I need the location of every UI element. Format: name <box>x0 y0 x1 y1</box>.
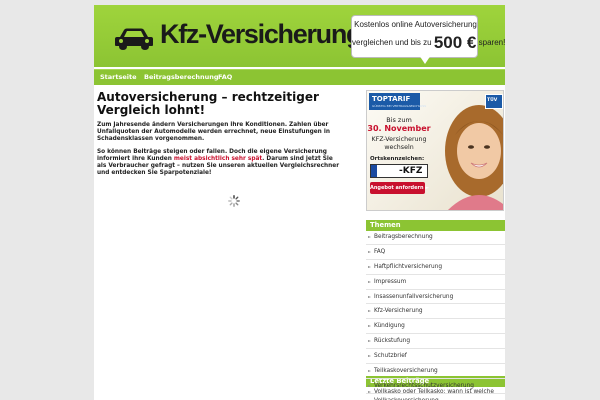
site-header: Kfz-Versicherung Kostenlos online Autove… <box>94 5 505 67</box>
ad-deadline-date: 30. November <box>367 124 431 133</box>
car-icon <box>115 28 153 50</box>
promo-bubble[interactable]: Kostenlos online Autoversicherung vergle… <box>351 15 505 58</box>
license-plate-text: -KFZ <box>399 166 423 176</box>
promo-line2: vergleichen und bis zu 500 € sparen! <box>352 33 505 53</box>
themen-item-label: Haftpflichtversicherung <box>374 263 443 270</box>
themen-item[interactable]: ► Impressum <box>366 275 505 290</box>
themen-item-label: Insassenunfallversicherung <box>374 293 454 300</box>
themen-item-label: Impressum <box>374 278 407 285</box>
toptarif-brand: TOPTARIF <box>372 95 411 103</box>
promo-amount: 500 € <box>433 33 477 52</box>
themen-item[interactable]: ► Kündigung <box>366 319 505 335</box>
promo-line1: Kostenlos online Autoversicherung <box>354 20 477 29</box>
themen-item-label: FAQ <box>374 248 386 255</box>
arrow-right-icon: ► <box>368 323 372 329</box>
themen-item-label: Teilkaskoversicherung <box>374 368 438 375</box>
license-plate-input[interactable]: -KFZ <box>370 164 428 178</box>
toptarif-ad-banner[interactable]: TOPTARIF GÜNSTIG BEI VERTRAGSABSCHLUSS T… <box>366 90 504 211</box>
article-paragraph-2: So können Beiträge steigen oder fallen. … <box>97 149 342 178</box>
recent-posts-list: ► Vollkasko oder Teilkasko: wann ist welc… <box>366 386 505 400</box>
themen-item[interactable]: ► Teilkaskoversicherung <box>366 364 505 379</box>
arrow-right-icon: ► <box>368 293 372 299</box>
promo-line2-pre: vergleichen und bis zu <box>352 38 432 47</box>
ad-kfz-text: KFZ-Versicherung <box>371 136 427 143</box>
themen-item[interactable]: ► Insassenunfallversicherung <box>366 290 505 305</box>
themen-item-label: Kündigung <box>374 323 405 330</box>
nav-item-startseite[interactable]: Startseite <box>100 73 137 81</box>
promo-line2-post: sparen! <box>478 38 506 47</box>
themen-item[interactable]: ► Beitragsberechnung <box>366 230 505 245</box>
themen-item[interactable]: ► Haftpflichtversicherung <box>366 260 505 275</box>
eu-flag-icon <box>371 165 377 177</box>
themen-item[interactable]: ► FAQ <box>366 245 505 260</box>
arrow-right-icon: ► <box>368 234 372 239</box>
arrow-right-icon: ► <box>368 353 372 359</box>
themen-item[interactable]: ► Kfz-Versicherung <box>366 304 505 320</box>
loading-spinner-icon <box>228 195 240 207</box>
themen-item[interactable]: ► Schutzbrief <box>366 349 505 365</box>
arrow-right-icon: ► <box>368 308 372 314</box>
themen-item-label: Kfz-Versicherung <box>374 308 423 315</box>
article-paragraph-1: Zum Jahresende ändern Versicherungen ihr… <box>97 122 330 143</box>
ad-bis-text: Bis zum <box>386 116 412 124</box>
ad-wechseln-text: wechseln <box>384 144 414 151</box>
toptarif-logo: TOPTARIF GÜNSTIG BEI VERTRAGSABSCHLUSS <box>369 93 426 110</box>
page-title: Autoversicherung – rechtzeitiger Verglei… <box>97 90 319 117</box>
themen-item-label: Rückstufung <box>374 338 411 345</box>
arrow-right-icon: ► <box>368 389 372 394</box>
article-highlight: meist absichtlich sehr spät <box>173 155 263 162</box>
site-logo-text[interactable]: Kfz-Versicherung <box>160 19 363 50</box>
arrow-right-icon: ► <box>368 368 372 374</box>
tuv-seal-text: TÜV <box>487 98 498 103</box>
tuv-seal-icon: TÜV <box>485 94 503 109</box>
arrow-right-icon: ► <box>368 278 372 284</box>
main-content: Autoversicherung – rechtzeitiger Verglei… <box>97 90 342 207</box>
promo-bubble-tail <box>419 55 431 64</box>
recent-item[interactable]: ► Vollkasko oder Teilkasko: wann ist welc… <box>366 386 505 400</box>
themen-item-label: Schutzbrief <box>374 353 407 360</box>
themen-list: ► Beitragsberechnung ► FAQ ► Haftpflichtversi… <box>366 230 505 400</box>
themen-item-label: Beitragsberechnung <box>374 234 433 240</box>
toptarif-brand-sub: GÜNSTIG BEI VERTRAGSABSCHLUSS <box>372 104 427 108</box>
angebot-anfordern-button[interactable]: Angebot anfordern ► <box>370 182 429 194</box>
nav-item-faq[interactable]: FAQ <box>218 73 232 81</box>
ad-ortskennzeichen-label: Ortskennzeichen: <box>370 156 425 162</box>
arrow-right-icon: ► <box>368 263 372 269</box>
themen-item[interactable]: ► Rückstufung <box>366 334 505 350</box>
nav-item-beitragsberechnung[interactable]: Beitragsberechnung <box>144 73 219 81</box>
woman-photo-icon <box>445 105 503 210</box>
arrow-right-icon: ► <box>368 248 372 254</box>
arrow-right-icon: ► <box>368 338 372 344</box>
main-nav: Startseite Beitragsberechnung FAQ <box>94 69 505 85</box>
recent-item-label: Vollkasko oder Teilkasko: wann ist welch… <box>374 389 494 395</box>
